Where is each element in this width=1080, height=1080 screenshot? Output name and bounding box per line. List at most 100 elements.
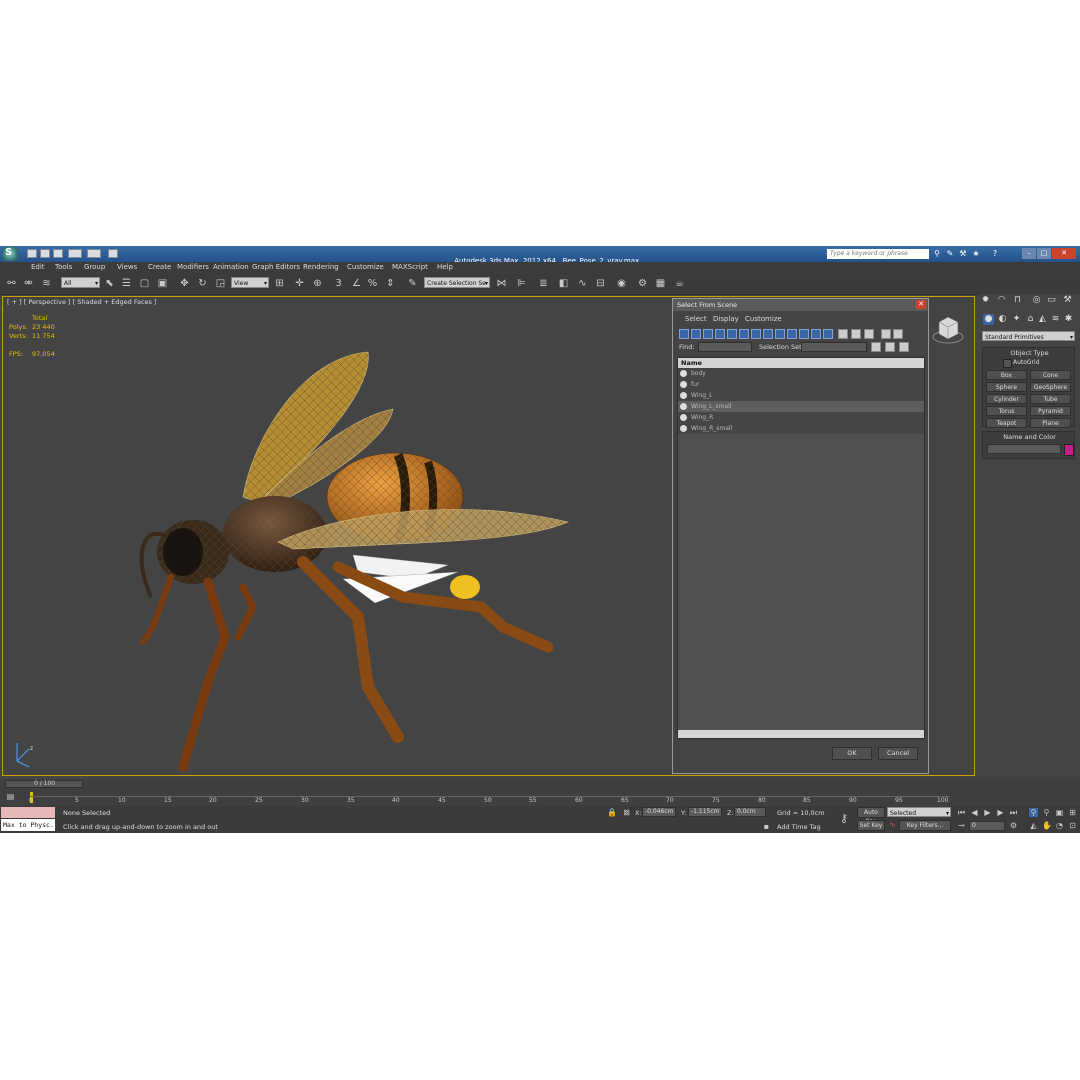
close-button[interactable]: ✕: [1052, 248, 1076, 259]
graphite-tools-icon[interactable]: ◧: [557, 277, 570, 290]
tube-button[interactable]: Tube: [1030, 394, 1071, 404]
list-item[interactable]: Wing_L: [678, 390, 924, 401]
key-filters-button[interactable]: Key Filters...: [899, 820, 951, 831]
menu-create[interactable]: Create: [148, 263, 171, 271]
zoom-extents-all-icon[interactable]: ⊞: [1068, 808, 1077, 817]
go-to-start-icon[interactable]: ⏮: [957, 808, 966, 817]
maximize-button[interactable]: □: [1037, 248, 1051, 259]
menu-rendering[interactable]: Rendering: [303, 263, 339, 271]
mirror-icon[interactable]: ⋈: [495, 277, 508, 290]
help-icon[interactable]: ?: [990, 249, 1000, 259]
scale-icon[interactable]: ◲: [214, 277, 227, 290]
pyramid-button[interactable]: Pyramid: [1030, 406, 1071, 416]
primitive-category-dropdown[interactable]: Standard Primitives: [982, 331, 1075, 343]
align-icon[interactable]: ⊫: [515, 277, 528, 290]
window-crossing-icon[interactable]: ▣: [156, 277, 169, 290]
search-input[interactable]: Type a keyword or phrase: [827, 249, 929, 259]
select-children-icon[interactable]: [871, 342, 881, 352]
shapes-icon[interactable]: ◐: [997, 314, 1008, 325]
filter-icon[interactable]: [881, 329, 891, 339]
menu-edit[interactable]: Edit: [31, 263, 45, 271]
find-input[interactable]: [698, 342, 752, 352]
absolute-mode-icon[interactable]: ⊠: [622, 808, 631, 817]
display-bones-icon[interactable]: [775, 329, 785, 339]
add-time-tag[interactable]: Add Time Tag: [777, 823, 821, 831]
display-all-icon[interactable]: [823, 329, 833, 339]
create-tab-icon[interactable]: ✹: [980, 295, 991, 306]
lock-selection-icon[interactable]: 🔒: [607, 808, 617, 817]
motion-tab-icon[interactable]: ◎: [1031, 295, 1042, 306]
ok-button[interactable]: OK: [832, 747, 872, 760]
display-lights-icon[interactable]: [703, 329, 713, 339]
object-list[interactable]: Name body fur Wing_L Wing_L_small Wing_R…: [677, 357, 925, 739]
schematic-view-icon[interactable]: ⊟: [594, 277, 607, 290]
torus-button[interactable]: Torus: [986, 406, 1027, 416]
selection-set-dropdown[interactable]: [801, 342, 867, 352]
time-tag-icon[interactable]: ▪: [762, 822, 771, 831]
edit-named-selection-icon[interactable]: ✎: [406, 277, 419, 290]
communication-center-icon[interactable]: ⚒: [958, 249, 968, 259]
zoom-icon[interactable]: ⚲: [1029, 808, 1038, 817]
select-by-name-icon[interactable]: ☰: [120, 277, 133, 290]
z-coordinate-field[interactable]: 0,0cm: [734, 807, 766, 817]
select-all-icon[interactable]: [864, 329, 874, 339]
set-key-button[interactable]: Set Key: [857, 820, 885, 831]
utilities-tab-icon[interactable]: ⚒: [1062, 295, 1073, 306]
list-item[interactable]: Wing_R_small: [678, 423, 924, 434]
menu-views[interactable]: Views: [117, 263, 137, 271]
geometry-icon[interactable]: ●: [983, 314, 994, 325]
dialog-menu-display[interactable]: Display: [713, 315, 739, 323]
rendered-frame-window-icon[interactable]: ▦: [654, 277, 667, 290]
lights-icon[interactable]: ✦: [1011, 314, 1022, 325]
play-icon[interactable]: ▶: [983, 808, 992, 817]
dialog-title-bar[interactable]: Select From Scene ✕: [673, 299, 928, 311]
orbit-icon[interactable]: ◔: [1055, 821, 1064, 830]
object-name-field[interactable]: [987, 444, 1061, 454]
cylinder-button[interactable]: Cylinder: [986, 394, 1027, 404]
menu-customize[interactable]: Customize: [347, 263, 384, 271]
dialog-menu-customize[interactable]: Customize: [745, 315, 782, 323]
display-geometry-icon[interactable]: [679, 329, 689, 339]
display-space-warps-icon[interactable]: [739, 329, 749, 339]
helpers-icon[interactable]: ◭: [1037, 314, 1048, 325]
percent-snap-icon[interactable]: %: [366, 277, 379, 290]
menu-group[interactable]: Group: [84, 263, 105, 271]
sphere-button[interactable]: Sphere: [986, 382, 1027, 392]
menu-animation[interactable]: Animation: [213, 263, 249, 271]
dialog-close-button[interactable]: ✕: [916, 300, 926, 309]
cameras-icon[interactable]: ⌂: [1025, 314, 1036, 325]
subscription-icon[interactable]: ✎: [945, 249, 955, 259]
box-button[interactable]: Box: [986, 370, 1027, 380]
cancel-button[interactable]: Cancel: [878, 747, 918, 760]
time-slider[interactable]: 0 / 100: [0, 779, 1080, 789]
maximize-viewport-icon[interactable]: ⊡: [1068, 821, 1077, 830]
x-coordinate-field[interactable]: -0,046cm: [642, 807, 676, 817]
sort-icon[interactable]: [893, 329, 903, 339]
angle-snap-icon[interactable]: ∠: [350, 277, 363, 290]
layer-manager-icon[interactable]: ≣: [537, 277, 550, 290]
name-column-header[interactable]: Name: [678, 358, 924, 368]
viewcube[interactable]: [931, 312, 965, 346]
go-to-end-icon[interactable]: ⏭: [1009, 808, 1018, 817]
spinner-snap-icon[interactable]: ⇕: [384, 277, 397, 290]
display-none-icon[interactable]: [838, 329, 848, 339]
named-selection-set-dropdown[interactable]: Create Selection Se: [424, 277, 490, 289]
maxscript-mini-listener[interactable]: Max to Physc.: [1, 819, 55, 831]
cone-button[interactable]: Cone: [1030, 370, 1071, 380]
geosphere-button[interactable]: GeoSphere: [1030, 382, 1071, 392]
set-key-icon[interactable]: ⚷: [837, 813, 851, 824]
display-containers-icon[interactable]: [787, 329, 797, 339]
systems-icon[interactable]: ✱: [1063, 314, 1074, 325]
display-frozen-icon[interactable]: [799, 329, 809, 339]
move-icon[interactable]: ✥: [178, 277, 191, 290]
favorites-icon[interactable]: ★: [971, 249, 981, 259]
auto-key-button[interactable]: Auto Key: [857, 807, 885, 825]
reference-coordinate-dropdown[interactable]: View: [231, 277, 269, 289]
display-cameras-icon[interactable]: [715, 329, 725, 339]
unlink-icon[interactable]: ⚮: [22, 277, 35, 290]
list-item[interactable]: body: [678, 368, 924, 379]
hierarchy-tab-icon[interactable]: ⊓: [1012, 295, 1023, 306]
autogrid-checkbox[interactable]: [1003, 359, 1012, 368]
display-helpers-icon[interactable]: [727, 329, 737, 339]
display-hidden-icon[interactable]: [811, 329, 821, 339]
